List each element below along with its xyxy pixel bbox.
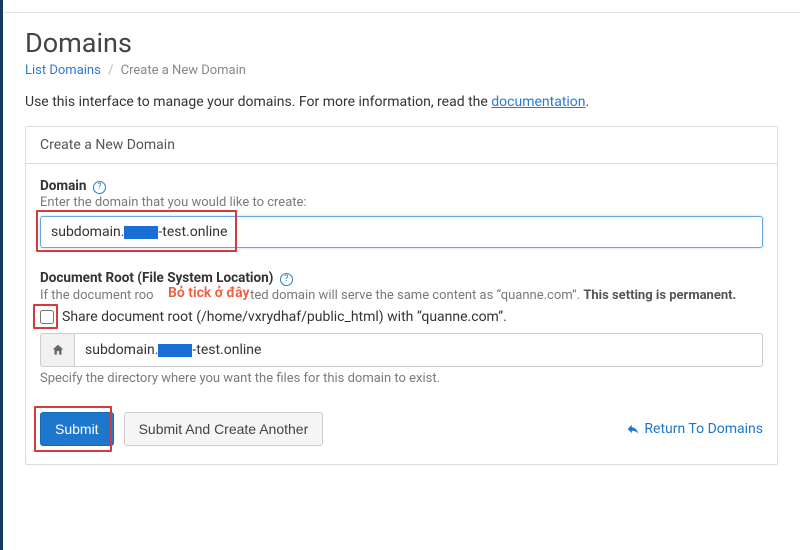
create-domain-panel: Create a New Domain Domain ? Enter the d… [25,126,778,465]
annotation-text: Bỏ tick ở đây [168,285,249,301]
return-label: Return To Domains [644,421,763,437]
docroot-path-post: -test.online [192,342,261,358]
docroot-hint-mid: ted domain will serve the same content a… [250,288,583,303]
share-docroot-label: Share document root (/home/vxrydhaf/publ… [62,309,507,325]
redacted-block [124,226,158,239]
documentation-link[interactable]: documentation [491,94,585,110]
intro-suffix: . [586,94,590,110]
domain-input-post: -test.online [158,224,227,240]
submit-another-button[interactable]: Submit And Create Another [124,412,324,446]
left-accent-border [0,0,3,550]
help-icon[interactable]: ? [280,273,293,286]
share-docroot-row: Share document root (/home/vxrydhaf/publ… [40,309,763,325]
breadcrumb-current: Create a New Domain [121,63,246,78]
top-divider [3,12,800,13]
submit-button[interactable]: Submit [40,412,114,446]
docroot-path-input[interactable]: subdomain. -test.online [74,333,763,367]
domain-field-group: Domain ? Enter the domain that you would… [40,178,763,248]
page-title: Domains [25,27,778,59]
docroot-hint-strong: This setting is permanent. [583,288,736,303]
docroot-hint: If the document roo ted domain will serv… [40,288,763,303]
home-icon [51,343,65,357]
domain-input-pre: subdomain. [51,224,124,240]
docroot-path-group: subdomain. -test.online [40,333,763,367]
docroot-field-group: Document Root (File System Location) ? I… [40,270,763,386]
docroot-label: Document Root (File System Location) [40,270,273,286]
reply-icon [626,422,640,436]
share-docroot-checkbox[interactable] [40,310,54,324]
panel-body: Domain ? Enter the domain that you would… [26,164,777,464]
breadcrumb-separator: / [108,63,113,78]
panel-header: Create a New Domain [26,127,777,164]
domain-hint: Enter the domain that you would like to … [40,195,763,210]
docroot-path-pre: subdomain. [85,342,158,358]
home-icon-addon [40,333,74,367]
intro-text: Use this interface to manage your domain… [25,94,778,110]
page-content: Domains List Domains / Create a New Doma… [3,0,800,487]
docroot-dir-hint: Specify the directory where you want the… [40,371,763,386]
domain-label: Domain [40,178,86,194]
breadcrumb: List Domains / Create a New Domain [25,63,778,78]
button-row: Submit Submit And Create Another Return … [40,412,763,446]
help-icon[interactable]: ? [93,181,106,194]
intro-prefix: Use this interface to manage your domain… [25,94,491,110]
docroot-hint-pre: If the document roo [40,288,154,303]
return-to-domains-link[interactable]: Return To Domains [626,421,763,437]
redacted-block [158,344,192,357]
domain-input[interactable]: subdomain. -test.online [40,216,763,248]
breadcrumb-list-domains-link[interactable]: List Domains [25,63,101,78]
